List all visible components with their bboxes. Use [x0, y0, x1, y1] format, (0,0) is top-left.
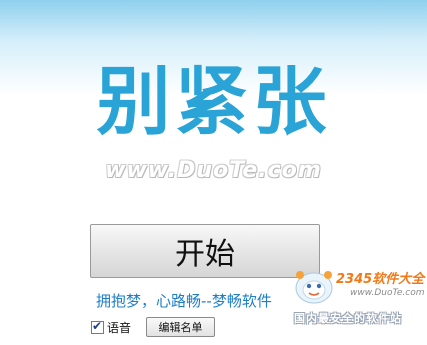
checkmark-icon: ✔ — [92, 318, 103, 333]
logo-url-text: www.DuoTe.com — [350, 288, 425, 298]
slogan-text: 拥抱梦，心路畅--梦畅软件 — [96, 292, 272, 310]
voice-label: 语音 — [107, 320, 132, 335]
voice-option[interactable]: ✔ 语音 — [91, 318, 131, 336]
logo-brand-text: 2345软件大全 — [336, 272, 425, 287]
site-logo: 2345软件大全 www.DuoTe.com 国内最安全的软件站 — [290, 262, 427, 345]
edit-list-button[interactable]: 编辑名单 — [146, 317, 215, 337]
start-button[interactable]: 开始 — [90, 224, 320, 278]
logo-tagline-text: 国内最安全的软件站 — [294, 312, 402, 325]
main-title: 别紧张 — [96, 59, 331, 145]
voice-checkbox[interactable]: ✔ — [91, 318, 104, 334]
mascot-icon — [295, 271, 333, 304]
watermark-text: www.DuoTe.com — [105, 158, 322, 183]
